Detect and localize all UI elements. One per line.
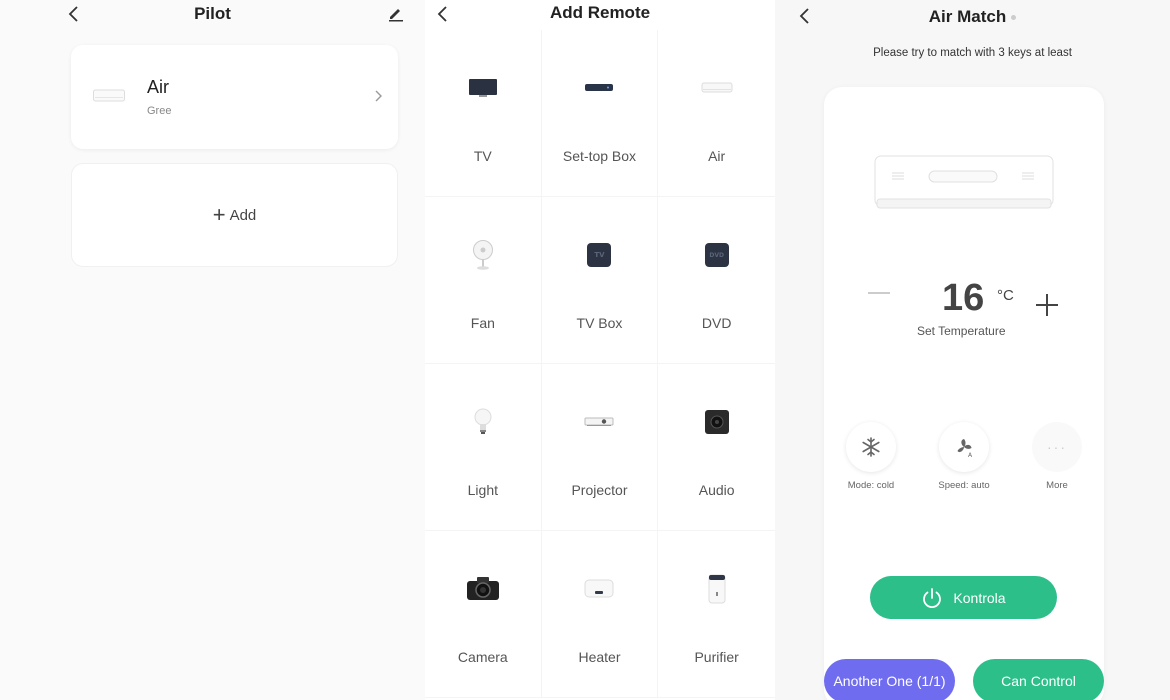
remote-type-tv[interactable]: TV [425, 30, 542, 197]
remote-type-label: TV Box [576, 315, 623, 331]
temperature-label: Set Temperature [917, 324, 1006, 338]
heater-icon [579, 571, 619, 607]
remote-type-heater[interactable]: Heater [541, 531, 659, 698]
speed-button[interactable]: A [939, 422, 989, 472]
page-title: Air Match [775, 7, 1170, 27]
remote-type-label: DVD [701, 315, 732, 331]
mode-label: Mode: cold [847, 480, 895, 491]
add-device-button[interactable]: + Add [71, 163, 398, 267]
remote-type-light[interactable]: Light [425, 364, 542, 531]
more-icon: ··· [1047, 439, 1067, 455]
temperature-decrease-button[interactable] [868, 292, 890, 294]
remote-type-label: Heater [578, 649, 621, 665]
air-conditioner-icon [874, 155, 1054, 209]
status-dot [1011, 15, 1017, 21]
air-conditioner-icon [93, 89, 125, 102]
speaker-icon [697, 404, 737, 440]
add-remote-screen: Add Remote TV Set-top Box Air Fan TV TV … [425, 0, 775, 700]
match-card: 16 °C Set Temperature Mode: cold A Speed… [824, 87, 1104, 700]
snowflake-icon [862, 437, 880, 457]
remote-type-label: Purifier [694, 649, 739, 665]
remote-type-air[interactable]: Air [658, 30, 775, 197]
kontrola-label: Kontrola [953, 589, 1006, 606]
fan-auto-icon: A [957, 439, 973, 458]
more-label: More [1046, 480, 1068, 491]
kontrola-button[interactable]: Kontrola [870, 576, 1057, 619]
air-conditioner-icon [697, 70, 737, 106]
page-title: Pilot [194, 4, 231, 23]
purifier-icon [697, 571, 737, 607]
camera-icon [463, 571, 503, 607]
remote-type-projector[interactable]: Projector [541, 364, 659, 531]
page-title-text: Air Match [928, 7, 1007, 26]
speed-label: Speed: auto [938, 480, 990, 491]
device-brand: Gree [147, 105, 172, 117]
remote-type-label: Set-top Box [562, 148, 637, 164]
remote-type-dvd[interactable]: DVD DVD [658, 197, 775, 364]
remote-type-grid: TV Set-top Box Air Fan TV TV Box DVD DVD… [425, 30, 775, 698]
remote-type-label: TV [473, 148, 492, 164]
fan-icon [463, 237, 503, 273]
more-button[interactable]: ··· [1032, 422, 1082, 472]
temperature-increase-button[interactable] [1034, 292, 1060, 318]
remote-type-set-top-box[interactable]: Set-top Box [541, 30, 659, 197]
plus-icon: + [212, 202, 226, 227]
device-card[interactable]: Air Gree [71, 45, 398, 149]
remote-type-label: Air [708, 148, 726, 164]
air-match-screen: Air Match Please try to match with 3 key… [775, 0, 1170, 700]
device-name: Air [147, 77, 169, 97]
remote-type-label: Fan [470, 315, 495, 331]
page-title: Add Remote [549, 3, 651, 22]
remote-type-label: Camera [457, 649, 508, 665]
projector-icon [579, 404, 619, 440]
remote-type-label: Projector [571, 482, 628, 498]
dvd-icon: DVD [697, 237, 737, 273]
another-one-button[interactable]: Another One (1/1) [824, 659, 955, 700]
remote-type-audio[interactable]: Audio [658, 364, 775, 531]
add-label: Add [229, 206, 257, 224]
light-bulb-icon [463, 404, 503, 440]
tv-icon [463, 70, 503, 106]
edit-button[interactable] [387, 4, 405, 22]
tv-box-icon: TV [579, 237, 619, 273]
power-icon [923, 587, 942, 608]
svg-text:A: A [968, 452, 973, 458]
temperature-unit: °C [997, 287, 1014, 304]
pilot-screen: Pilot Air Gree + Add [0, 0, 425, 700]
chevron-right-icon [375, 90, 382, 102]
remote-type-camera[interactable]: Camera [425, 531, 542, 698]
remote-type-tv-box[interactable]: TV TV Box [541, 197, 659, 364]
remote-type-label: Audio [698, 482, 735, 498]
can-control-button[interactable]: Can Control [973, 659, 1104, 700]
temperature-value: 16 [942, 277, 985, 319]
match-instructions: Please try to match with 3 keys at least [873, 47, 1072, 59]
mode-button[interactable] [846, 422, 896, 472]
remote-type-label: Light [467, 482, 498, 498]
remote-type-fan[interactable]: Fan [425, 197, 542, 364]
set-top-box-icon [579, 70, 619, 106]
remote-type-purifier[interactable]: Purifier [658, 531, 775, 698]
pencil-icon [389, 9, 403, 22]
